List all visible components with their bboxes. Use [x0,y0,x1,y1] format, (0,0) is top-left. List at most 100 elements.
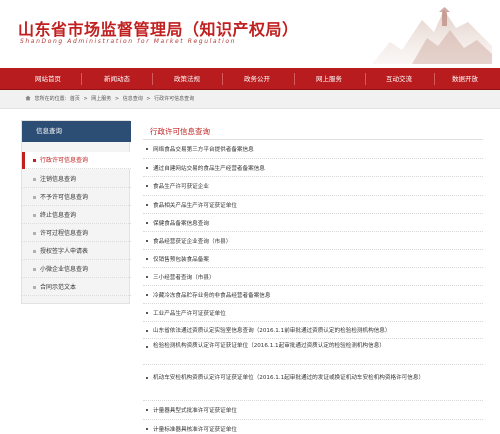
bullet-icon [33,232,36,235]
bullet-icon [146,330,148,332]
list-item[interactable]: 机动车安检机构资质认定许可证获证单位（2016.1.1起审批通过的发证或换证机动… [143,365,483,401]
sidebar-item-label: 不予许可信息查询 [40,194,89,201]
list-item-label: 三小经营者查询（市县） [153,275,215,281]
breadcrumb-info-query[interactable]: 信息查询 [123,96,143,102]
list-item[interactable]: 山东省依法通过资质认定实验室信息查询（2016.1.1前审批通过资质认定的检验检… [143,322,483,339]
nav-divider [152,73,153,85]
list-item-label: 食品相关产品生产许可证获证单位 [153,203,237,209]
sidebar-item-license-query[interactable]: 行政许可信息查询 [22,152,131,169]
list-item[interactable]: 通过自建网站交易的食品生产经营者备案信息 [143,159,483,177]
nav-policy[interactable]: 政策法规 [158,68,216,90]
breadcrumb-home[interactable]: 首页 [70,96,80,102]
list-item-label: 冷藏冷冻食品贮存业务的非食品经营者备案信息 [153,293,271,299]
breadcrumb-current: 行政许可信息查询 [154,96,195,102]
sidebar-item-signatory-form[interactable]: 授权签字人申请表 [22,243,131,260]
nav-home[interactable]: 网站首页 [22,68,74,90]
bullet-icon [146,222,148,224]
bullet-icon [146,185,148,187]
sidebar-item-small-business-query[interactable]: 小微企业信息查询 [22,261,131,278]
breadcrumb-prefix: 您所在的位置: [34,96,67,102]
bullet-icon [146,294,148,296]
list-item-label: 工业产品生产许可证获证单位 [153,311,226,317]
list-item[interactable]: 食品经营获证企业查询（市县） [143,232,483,250]
list-item[interactable]: 计量器具型式批准许可证获证单位 [143,401,483,420]
bullet-icon [33,286,36,289]
list-item-label: 通过自建网站交易的食品生产经营者备案信息 [153,166,265,172]
list-item[interactable]: 冷藏冷冻食品贮存业务的非食品经营者备案信息 [143,286,483,304]
nav-divider [434,73,435,85]
sidebar-item-label: 授权签字人申请表 [40,248,89,255]
bullet-icon [33,268,36,271]
bullet-icon [146,377,148,379]
bullet-icon [33,214,36,217]
nav-divider [365,73,366,85]
bullet-icon [146,148,148,150]
bullet-icon [146,258,148,260]
list-item-label: 食品生产许可获证企业 [153,184,209,190]
sidebar-item-label: 终止信息查询 [40,212,77,219]
site-header: 山东省市场监督管理局（知识产权局） ShanDong Administratio… [0,0,500,68]
list-item-label: 食品经营获证企业查询（市县） [153,239,232,245]
sidebar-item-label: 合同示范文本 [40,284,77,291]
list-item-label: 机动车安检机构资质认定许可证获证单位（2016.1.1起审批通过的发证或换证机动… [153,375,425,381]
list-item-label: 保健食品备案信息查询 [153,221,209,227]
list-item-label: 仅销售预包装食品备案 [153,257,209,263]
list-item[interactable]: 检验检测机构资质认定许可证获证单位（2016.1.1起审批通过资质认定的检验检测… [143,339,483,365]
bullet-icon [146,312,148,314]
sidebar-item-contract-templates[interactable]: 合同示范文本 [22,279,131,296]
nav-open-data[interactable]: 数据开放 [436,68,494,90]
bullet-icon [33,178,36,181]
bullet-icon [146,204,148,206]
bullet-icon [146,409,148,411]
list-item-label: 检验检测机构资质认定许可证获证单位（2016.1.1起审批通过资质认定的检验检测… [153,343,385,349]
list-item[interactable]: 食品相关产品生产许可证获证单位 [143,196,483,214]
nav-divider [294,73,295,85]
breadcrumb-separator: > [114,96,120,102]
nav-gov-affairs[interactable]: 政务公开 [226,68,288,90]
list-item[interactable]: 食品生产许可获证企业 [143,177,483,196]
page-title: 行政许可信息查询 [150,127,210,136]
bullet-icon [146,428,148,430]
list-item[interactable]: 计量标准器具核准许可证获证单位 [143,420,483,434]
sidebar: 信息查询 行政许可信息查询 注销信息查询 不予许可信息查询 终止信息查询 许可过… [21,120,131,304]
bullet-icon [146,276,148,278]
nav-news[interactable]: 新闻动态 [88,68,146,90]
nav-online-service[interactable]: 网上服务 [298,68,360,90]
bullet-icon [33,250,36,253]
list-item-label: 计量器具型式批准许可证获证单位 [153,408,237,414]
site-title: 山东省市场监督管理局（知识产权局） [18,20,299,39]
bullet-icon [146,346,148,348]
sidebar-item-process-query[interactable]: 许可过程信息查询 [22,225,131,242]
breadcrumb-online-service[interactable]: 网上服务 [91,96,111,102]
mountain-emblem-icon [372,7,492,64]
list-item[interactable]: 工业产品生产许可证获证单位 [143,304,483,322]
bullet-icon [33,159,36,162]
sidebar-item-label: 行政许可信息查询 [40,157,89,164]
list-item[interactable]: 三小经营者查询（市县） [143,268,483,286]
breadcrumb-separator: > [83,96,88,102]
bullet-icon [33,196,36,199]
sidebar-item-label: 许可过程信息查询 [40,230,89,237]
list-item[interactable]: 仅销售预包装食品备案 [143,250,483,268]
list-item-label: 网络食品交易第三方平台提供者备案信息 [153,147,254,153]
breadcrumb: 您所在的位置: 首页 > 网上服务 > 信息查询 > 行政许可信息查询 [0,90,500,109]
sidebar-item-denial-query[interactable]: 不予许可信息查询 [22,189,131,206]
sidebar-item-label: 注销信息查询 [40,176,77,183]
list-item[interactable]: 保健食品备案信息查询 [143,214,483,232]
sidebar-item-termination-query[interactable]: 终止信息查询 [22,207,131,224]
home-icon [25,95,31,101]
sidebar-item-cancellation-query[interactable]: 注销信息查询 [22,171,131,188]
list-item-label: 山东省依法通过资质认定实验室信息查询（2016.1.1前审批通过资质认定的检验检… [153,328,391,334]
bullet-icon [146,240,148,242]
sidebar-item-label: 小微企业信息查询 [40,266,89,273]
nav-interaction[interactable]: 互动交流 [368,68,430,90]
list-item[interactable]: 网络食品交易第三方平台提供者备案信息 [143,140,483,159]
list-item-label: 计量标准器具核准许可证获证单位 [153,427,237,433]
main-nav: 网站首页 新闻动态 政策法规 政务公开 网上服务 互动交流 数据开放 [0,68,500,90]
sidebar-title: 信息查询 [22,121,131,142]
bullet-icon [146,167,148,169]
nav-divider [222,73,223,85]
site-subtitle: ShanDong Administration for Market Regul… [20,38,237,45]
nav-divider [81,73,82,85]
breadcrumb-separator: > [146,96,151,102]
